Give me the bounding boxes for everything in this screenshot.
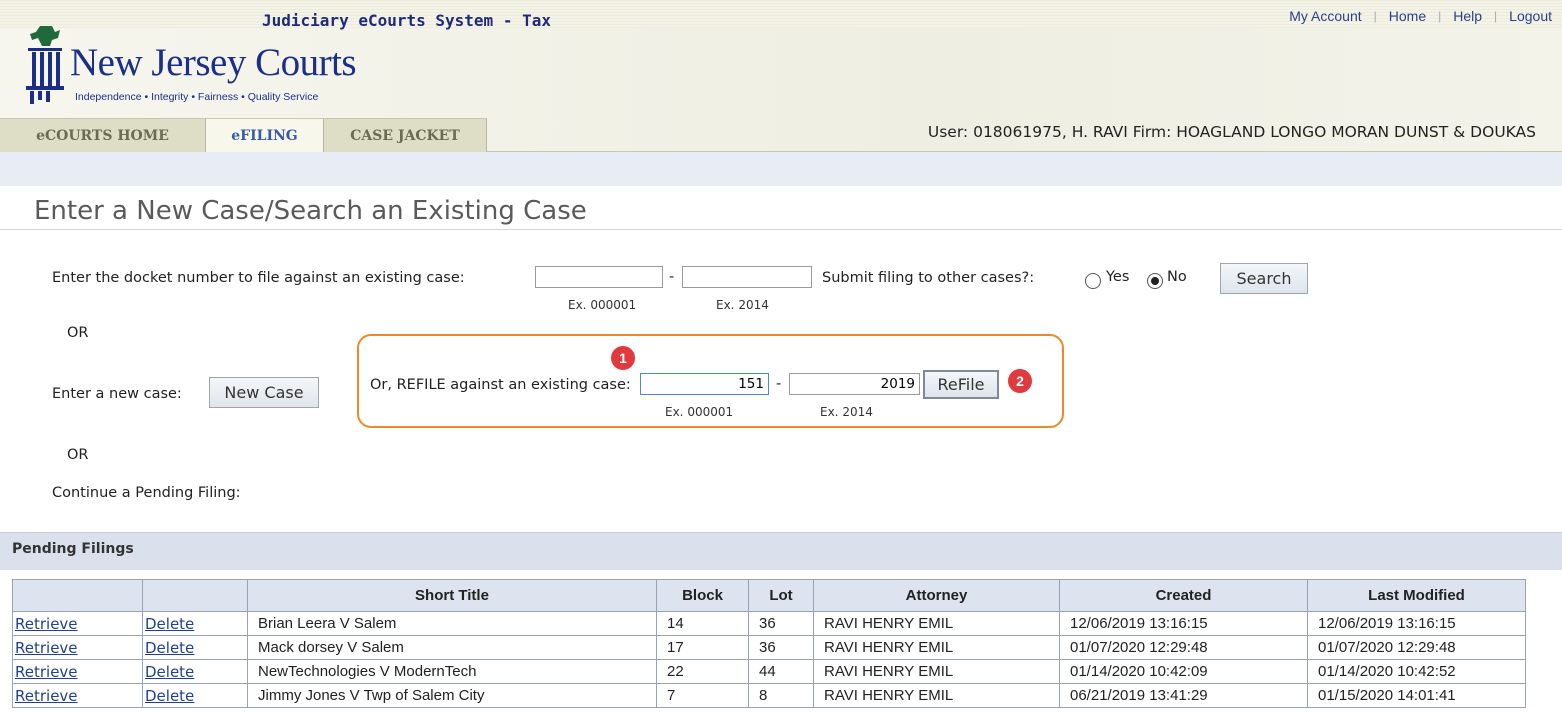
cell-block: 22 bbox=[656, 659, 749, 684]
cell-block: 7 bbox=[656, 683, 749, 708]
col-header-short-title[interactable]: Short Title bbox=[247, 579, 657, 612]
cell-last-modified: 01/15/2020 14:01:41 bbox=[1307, 683, 1526, 708]
refile-label: Or, REFILE against an existing case: bbox=[370, 377, 631, 393]
step-marker-2: 2 bbox=[1008, 369, 1032, 393]
retrieve-link[interactable]: Retrieve bbox=[12, 635, 143, 660]
docket-year-input[interactable] bbox=[682, 266, 812, 288]
cell-lot: 44 bbox=[748, 659, 814, 684]
docket-number-input[interactable] bbox=[535, 266, 663, 288]
docket-separator: - bbox=[669, 269, 675, 285]
help-link[interactable]: Help bbox=[1453, 8, 1482, 24]
col-header-block[interactable]: Block bbox=[656, 579, 749, 612]
col-header-attorney[interactable]: Attorney bbox=[813, 579, 1060, 612]
other-cases-label: Submit filing to other cases?: bbox=[822, 270, 1035, 286]
tab-ecourts-home[interactable]: eCOURTS HOME bbox=[0, 118, 206, 152]
refile-number-hint: Ex. 000001 bbox=[665, 405, 734, 419]
refile-year-input[interactable] bbox=[789, 373, 920, 395]
delete-link[interactable]: Delete bbox=[142, 635, 248, 660]
docket-number-hint: Ex. 000001 bbox=[568, 298, 637, 312]
delete-link[interactable]: Delete bbox=[142, 683, 248, 708]
cell-short-title: Brian Leera V Salem bbox=[247, 611, 657, 636]
link-separator: | bbox=[1438, 9, 1442, 23]
link-separator: | bbox=[1373, 9, 1377, 23]
sub-header-bar bbox=[0, 152, 1562, 186]
table-row: Retrieve Delete NewTechnologies V Modern… bbox=[12, 659, 1526, 684]
cell-short-title: NewTechnologies V ModernTech bbox=[247, 659, 657, 684]
docket-year-hint: Ex. 2014 bbox=[716, 298, 769, 312]
retrieve-link[interactable]: Retrieve bbox=[12, 611, 143, 636]
new-case-label: Enter a new case: bbox=[52, 386, 182, 402]
cell-lot: 36 bbox=[748, 635, 814, 660]
delete-link[interactable]: Delete bbox=[142, 659, 248, 684]
retrieve-link[interactable]: Retrieve bbox=[12, 683, 143, 708]
cell-lot: 8 bbox=[748, 683, 814, 708]
radio-yes[interactable] bbox=[1085, 273, 1101, 289]
tab-case-jacket[interactable]: CASE JACKET bbox=[324, 118, 487, 152]
new-case-button[interactable]: New Case bbox=[209, 377, 319, 408]
cell-short-title: Jimmy Jones V Twp of Salem City bbox=[247, 683, 657, 708]
refile-button[interactable]: ReFile bbox=[923, 370, 999, 399]
docket-label: Enter the docket number to file against … bbox=[52, 270, 465, 286]
nj-courts-logo-icon bbox=[26, 26, 64, 104]
cell-short-title: Mack dorsey V Salem bbox=[247, 635, 657, 660]
tab-efiling[interactable]: eFILING bbox=[206, 118, 324, 152]
radio-no-label: No bbox=[1167, 269, 1187, 285]
user-info: User: 018061975, H. RAVI Firm: HOAGLAND … bbox=[927, 123, 1536, 141]
pending-filings-table: Short Title Block Lot Attorney Created L… bbox=[12, 579, 1526, 708]
refile-separator: - bbox=[776, 376, 782, 392]
cell-block: 17 bbox=[656, 635, 749, 660]
search-button[interactable]: Search bbox=[1220, 263, 1308, 294]
app-header: Judiciary eCourts System - Tax My Accoun… bbox=[0, 0, 1562, 152]
table-row: Retrieve Delete Jimmy Jones V Twp of Sal… bbox=[12, 683, 1526, 708]
col-header-retrieve bbox=[12, 579, 143, 612]
or-label-2: OR bbox=[67, 447, 89, 463]
system-title: Judiciary eCourts System - Tax bbox=[262, 11, 551, 30]
main-tabs: eCOURTS HOME eFILING CASE JACKET bbox=[0, 118, 487, 152]
title-divider bbox=[0, 229, 1562, 230]
my-account-link[interactable]: My Account bbox=[1289, 8, 1361, 24]
cell-attorney: RAVI HENRY EMIL bbox=[813, 683, 1060, 708]
refile-year-hint: Ex. 2014 bbox=[820, 405, 873, 419]
col-header-lot[interactable]: Lot bbox=[748, 579, 814, 612]
pending-filings-header bbox=[0, 532, 1562, 570]
top-links: My Account | Home | Help | Logout bbox=[1289, 8, 1552, 24]
cell-created: 01/07/2020 12:29:48 bbox=[1059, 635, 1308, 660]
cell-created: 12/06/2019 13:16:15 bbox=[1059, 611, 1308, 636]
home-link[interactable]: Home bbox=[1389, 8, 1426, 24]
cell-last-modified: 01/07/2020 12:29:48 bbox=[1307, 635, 1526, 660]
cell-block: 14 bbox=[656, 611, 749, 636]
logout-link[interactable]: Logout bbox=[1509, 8, 1552, 24]
cell-attorney: RAVI HENRY EMIL bbox=[813, 611, 1060, 636]
logo-text: New Jersey Courts bbox=[70, 41, 357, 84]
cell-created: 01/14/2020 10:42:09 bbox=[1059, 659, 1308, 684]
col-header-delete bbox=[142, 579, 248, 612]
continue-pending-label: Continue a Pending Filing: bbox=[52, 485, 241, 501]
cell-created: 06/21/2019 13:41:29 bbox=[1059, 683, 1308, 708]
cell-last-modified: 12/06/2019 13:16:15 bbox=[1307, 611, 1526, 636]
or-label-1: OR bbox=[67, 325, 89, 341]
col-header-last-modified[interactable]: Last Modified bbox=[1307, 579, 1526, 612]
cell-lot: 36 bbox=[748, 611, 814, 636]
refile-number-input[interactable] bbox=[640, 373, 769, 395]
col-header-created[interactable]: Created bbox=[1059, 579, 1308, 612]
logo-tagline: Independence • Integrity • Fairness • Qu… bbox=[75, 91, 319, 103]
cell-attorney: RAVI HENRY EMIL bbox=[813, 659, 1060, 684]
table-row: Retrieve Delete Brian Leera V Salem 14 3… bbox=[12, 611, 1526, 636]
delete-link[interactable]: Delete bbox=[142, 611, 248, 636]
table-header-row: Short Title Block Lot Attorney Created L… bbox=[12, 579, 1526, 612]
table-row: Retrieve Delete Mack dorsey V Salem 17 3… bbox=[12, 635, 1526, 660]
page-title: Enter a New Case/Search an Existing Case bbox=[34, 196, 587, 226]
radio-yes-label: Yes bbox=[1106, 269, 1130, 285]
cell-last-modified: 01/14/2020 10:42:52 bbox=[1307, 659, 1526, 684]
retrieve-link[interactable]: Retrieve bbox=[12, 659, 143, 684]
pending-filings-title: Pending Filings bbox=[12, 541, 134, 557]
link-separator: | bbox=[1494, 9, 1498, 23]
step-marker-1: 1 bbox=[611, 346, 635, 370]
radio-no[interactable] bbox=[1147, 273, 1163, 289]
cell-attorney: RAVI HENRY EMIL bbox=[813, 635, 1060, 660]
